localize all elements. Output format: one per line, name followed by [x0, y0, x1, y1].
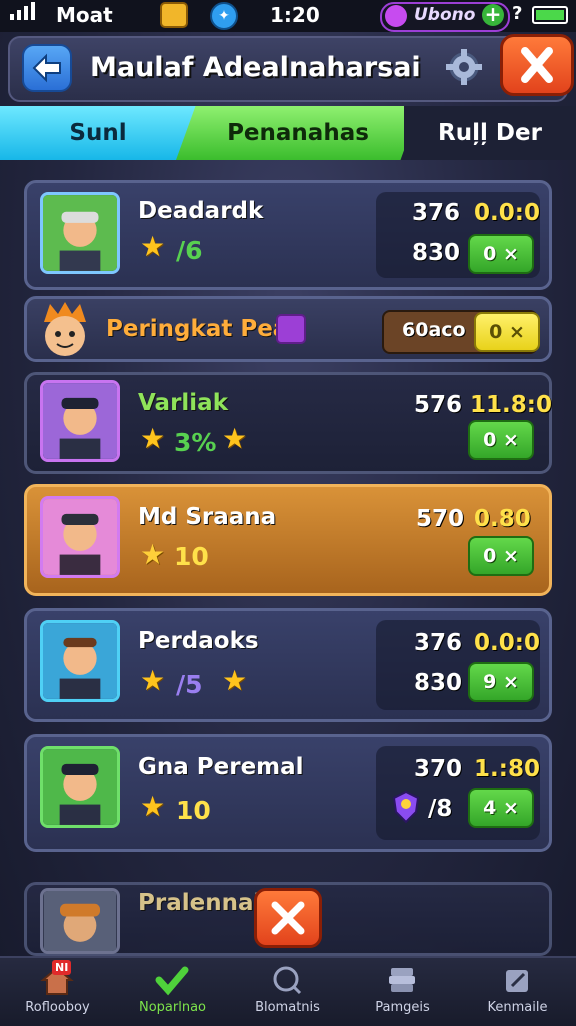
clock: 1:20 — [270, 3, 320, 27]
settings-button[interactable] — [440, 44, 488, 90]
star-icon: ★ — [222, 664, 248, 697]
claim-button[interactable]: 4 × — [468, 788, 534, 828]
bird-icon[interactable]: ✦ — [210, 2, 238, 30]
nav-item-active[interactable]: Noparlnao — [115, 958, 230, 1024]
nav-label: Roflooboy — [25, 1000, 90, 1015]
player-name: Varliak — [138, 390, 228, 416]
score-value: 0.0:0 — [474, 630, 540, 656]
arrow-left-icon — [32, 53, 61, 83]
checkmark-icon — [155, 966, 189, 996]
cards-icon — [389, 968, 415, 992]
player-rank: 3% — [174, 428, 217, 457]
currency-amount: 60aco — [402, 319, 466, 341]
gem-icon — [385, 5, 407, 27]
signal-icon — [10, 0, 40, 28]
player-rank: /6 — [176, 236, 203, 265]
wifi-icon: ? — [512, 3, 523, 24]
player-avatar — [40, 496, 120, 578]
shop-icon[interactable] — [160, 2, 188, 28]
add-currency-icon[interactable]: + — [482, 4, 504, 26]
score-value: 0.80 — [474, 506, 531, 532]
stat-value: 370 — [414, 756, 463, 782]
crossed-swords-icon — [271, 901, 305, 935]
currency-label: Ubono — [414, 5, 476, 25]
character-avatar — [36, 300, 94, 362]
stat-value: 570 — [416, 506, 465, 532]
stat-value: 376 — [412, 200, 461, 226]
nav-label: Pamgeis — [375, 1000, 430, 1015]
carrier-label: Moat — [56, 3, 113, 27]
nav-label: Kenmaile — [487, 1000, 548, 1015]
nav-item-edit[interactable]: Kenmaile — [460, 958, 575, 1024]
tab-penanahas[interactable]: Penanahas — [176, 106, 420, 160]
player-name: Pralennak — [138, 890, 269, 916]
claim-button[interactable]: 0 × — [468, 536, 534, 576]
player-rank: 10 — [174, 542, 209, 571]
stat-value-2: 830 — [412, 240, 461, 266]
nav-item-search[interactable]: Blomatnis — [230, 958, 345, 1024]
claim-button[interactable]: 0 × — [468, 234, 534, 274]
gear-icon — [446, 49, 482, 85]
stat-value-2: /8 — [428, 796, 453, 822]
tab-rull-der[interactable]: Ruļļ Der — [404, 106, 576, 160]
stat-value: 576 — [414, 392, 463, 418]
player-name: Perdaoks — [138, 628, 259, 654]
nav-item-cards[interactable]: Pamgeis — [345, 958, 460, 1024]
stat-value: 376 — [414, 630, 463, 656]
back-button[interactable] — [22, 44, 72, 92]
star-icon: ★ — [140, 538, 166, 571]
claim-button[interactable]: 0 × — [474, 312, 540, 352]
shield-icon — [392, 790, 420, 824]
claim-button[interactable]: 0 × — [468, 420, 534, 460]
player-rank: 10 — [176, 796, 211, 825]
star-icon: ★ — [140, 790, 166, 823]
close-icon — [521, 47, 553, 83]
search-icon — [273, 966, 302, 995]
player-avatar — [40, 888, 120, 954]
center-action-button[interactable] — [254, 888, 322, 948]
player-avatar — [40, 380, 120, 462]
tab-sunl[interactable]: Sunl — [0, 106, 196, 160]
score-value: 11.8:0 — [470, 392, 552, 418]
purple-gem-icon — [276, 314, 306, 344]
promo-text: Peringkat Peat — [106, 316, 300, 342]
star-icon: ★ — [222, 422, 248, 455]
edit-icon — [506, 970, 528, 992]
nav-label: Blomatnis — [255, 1000, 320, 1015]
player-avatar — [40, 192, 120, 274]
player-name: Gna Peremal — [138, 754, 304, 780]
nav-badge: NI — [52, 960, 72, 975]
score-value: 1.:80 — [474, 756, 540, 782]
stat-value-2: 830 — [414, 670, 463, 696]
star-icon: ★ — [140, 664, 166, 697]
star-icon: ★ — [140, 230, 166, 263]
player-avatar — [40, 746, 120, 828]
battery-icon — [532, 6, 568, 24]
player-name: Md Sraana — [138, 504, 277, 530]
close-button[interactable] — [500, 34, 574, 96]
nav-item-home[interactable]: NI Roflooboy — [0, 958, 115, 1024]
player-name: Deadardk — [138, 198, 264, 224]
player-rank: /5 — [176, 670, 203, 699]
player-avatar — [40, 620, 120, 702]
page-title: Maulaf Adealnaharsai — [90, 52, 421, 83]
star-icon: ★ — [140, 422, 166, 455]
nav-label: Noparlnao — [138, 1000, 206, 1015]
claim-button[interactable]: 9 × — [468, 662, 534, 702]
score-value: 0.0:0 — [474, 200, 540, 226]
